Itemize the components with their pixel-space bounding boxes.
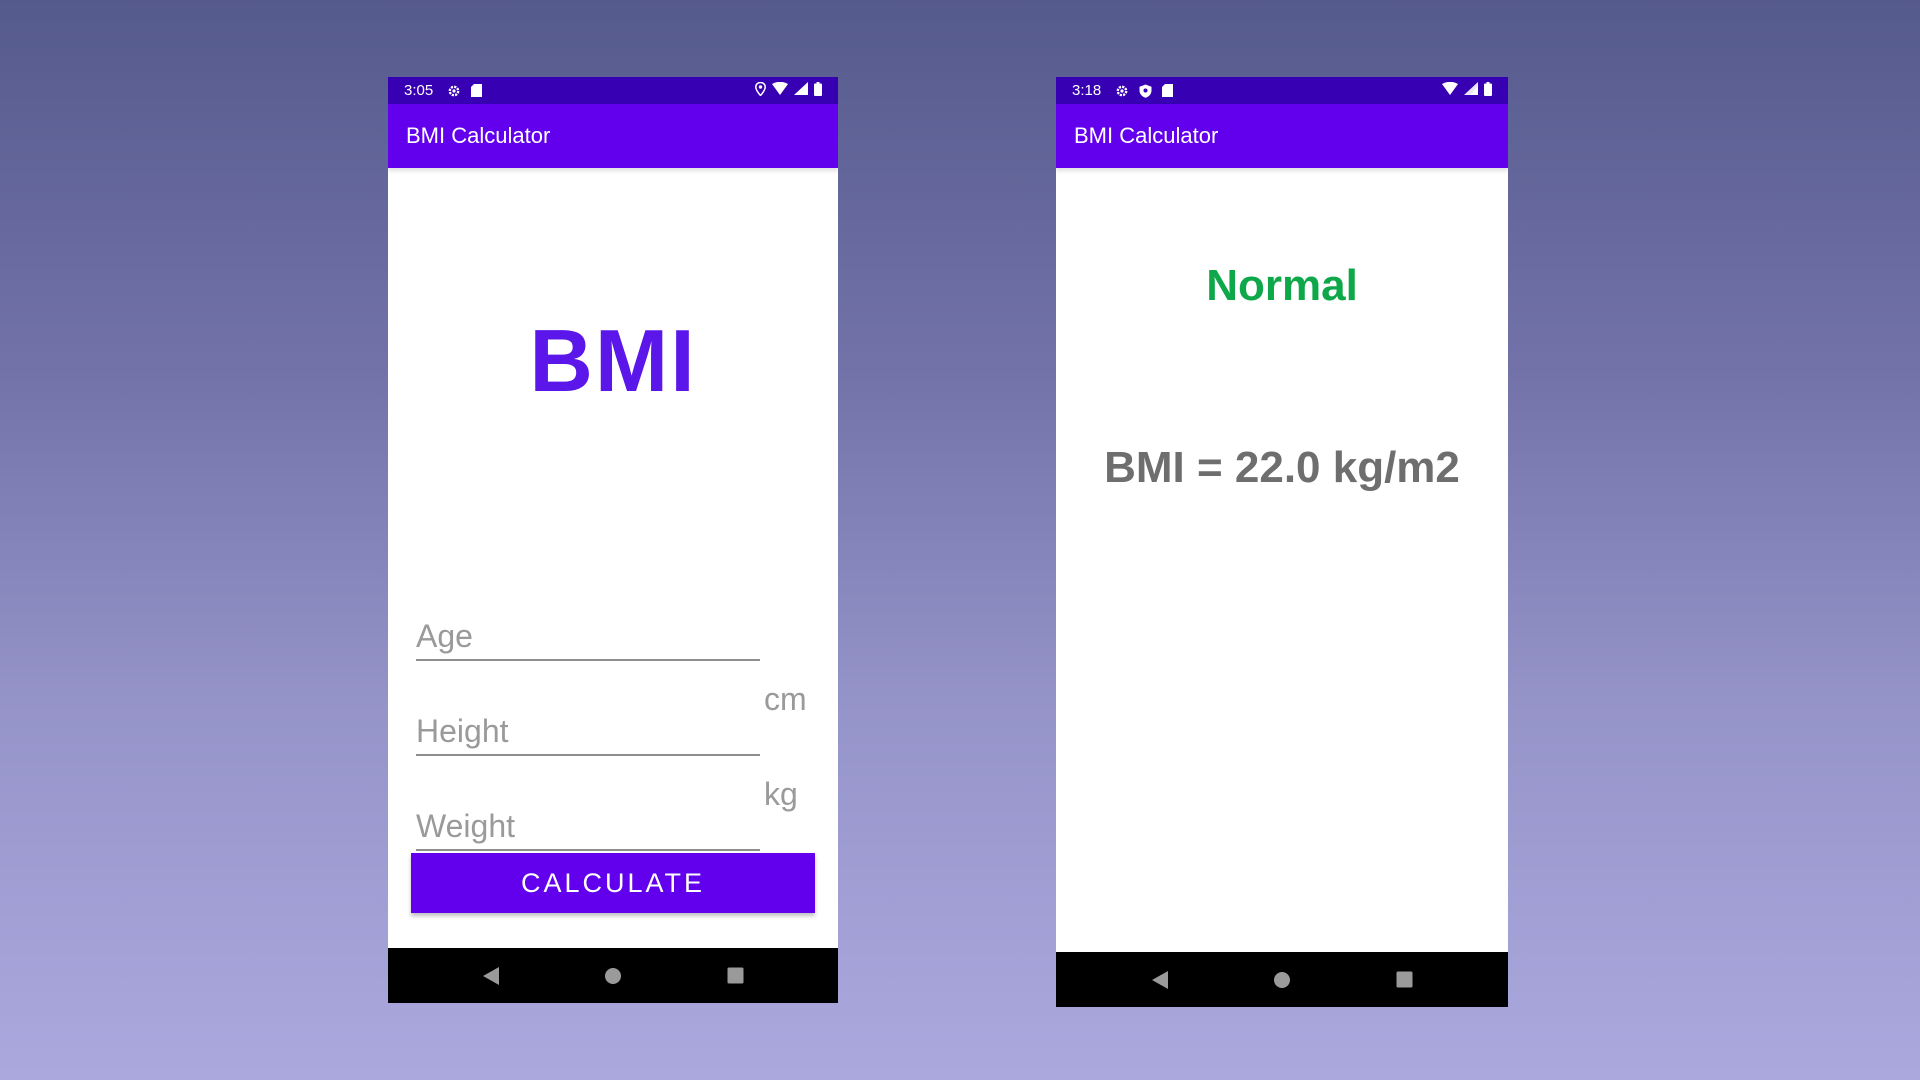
gear-icon	[1115, 84, 1129, 98]
bmi-result-value: BMI = 22.0 kg/m2	[1104, 443, 1460, 492]
height-unit-label: cm	[764, 681, 807, 717]
back-icon[interactable]	[1147, 967, 1173, 993]
bmi-logo: BMI	[529, 311, 697, 410]
battery-icon	[814, 81, 822, 100]
phone-input-screen: 3:05 BMI Calculator BMI Age Height cm We…	[388, 77, 838, 1003]
status-time: 3:05	[404, 82, 434, 99]
app-title: BMI Calculator	[406, 123, 551, 148]
home-icon[interactable]	[600, 963, 626, 989]
navigation-bar	[388, 948, 838, 1003]
recents-icon[interactable]	[1391, 967, 1417, 993]
signal-icon	[1464, 82, 1478, 99]
weight-placeholder: Weight	[416, 808, 516, 844]
phone-result-screen: 3:18 BMI Calculator Normal BMI = 22.0 kg…	[1056, 77, 1508, 1007]
recents-icon[interactable]	[722, 963, 748, 989]
status-bar: 3:05	[388, 77, 838, 104]
sd-card-icon	[471, 84, 483, 97]
age-input[interactable]: Age	[416, 617, 760, 661]
bmi-category-label: Normal	[1206, 261, 1358, 310]
calculate-button[interactable]: CALCULATE	[411, 853, 815, 913]
status-right-icons	[755, 81, 822, 100]
shield-icon	[1139, 84, 1152, 98]
height-input[interactable]: Height	[416, 712, 760, 756]
location-icon	[755, 81, 766, 100]
navigation-bar	[1056, 952, 1508, 1007]
wifi-icon	[1442, 81, 1458, 99]
status-right-icons	[1442, 81, 1492, 100]
gear-icon	[447, 84, 461, 98]
app-title: BMI Calculator	[1074, 123, 1219, 148]
wifi-icon	[772, 81, 788, 99]
height-placeholder: Height	[416, 713, 509, 749]
age-placeholder: Age	[416, 618, 473, 654]
status-time: 3:18	[1072, 82, 1102, 99]
status-bar: 3:18	[1056, 77, 1508, 104]
sd-card-icon	[1162, 84, 1174, 97]
signal-icon	[794, 82, 808, 99]
back-icon[interactable]	[478, 963, 504, 989]
home-icon[interactable]	[1269, 967, 1295, 993]
weight-input[interactable]: Weight	[416, 807, 760, 851]
calculate-button-label: CALCULATE	[520, 867, 706, 898]
weight-unit-label: kg	[764, 776, 798, 812]
app-bar: BMI Calculator	[1056, 104, 1508, 168]
app-bar: BMI Calculator	[388, 104, 838, 168]
battery-icon	[1484, 81, 1492, 100]
